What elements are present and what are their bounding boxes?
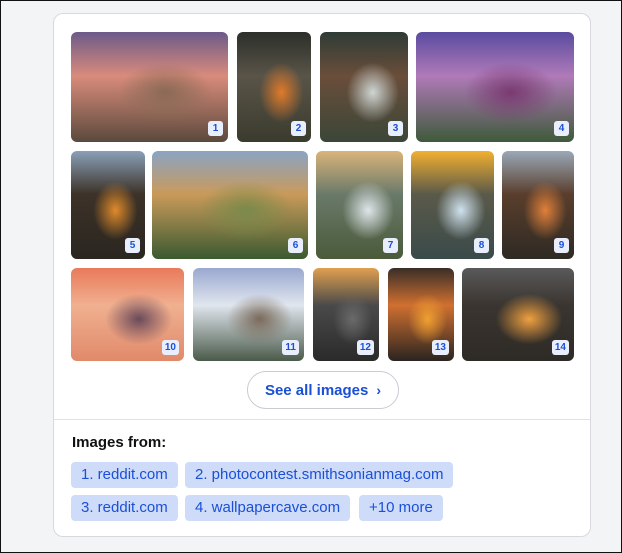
image-thumbnail-9[interactable]: 9 — [502, 151, 574, 259]
image-thumbnail-4[interactable]: 4 — [416, 32, 574, 142]
image-number-badge: 3 — [388, 121, 403, 136]
image-results-card: 1 2 3 4 5 6 7 8 9 10 11 12 13 14 See all… — [53, 13, 591, 537]
source-chip-1[interactable]: 1. reddit.com — [71, 462, 178, 488]
image-number-badge: 12 — [356, 340, 374, 355]
image-thumbnail-10[interactable]: 10 — [71, 268, 184, 361]
image-number-badge: 8 — [474, 238, 489, 253]
source-chip-4[interactable]: 4. wallpapercave.com — [185, 495, 351, 521]
section-divider — [54, 419, 590, 420]
image-thumbnail-6[interactable]: 6 — [152, 151, 308, 259]
images-from-heading: Images from: — [72, 434, 167, 451]
image-number-badge: 7 — [383, 238, 398, 253]
image-number-badge: 2 — [291, 121, 306, 136]
chevron-right-icon: › — [376, 382, 382, 398]
image-number-badge: 10 — [161, 340, 179, 355]
source-chip-2[interactable]: 2. photocontest.smithsonianmag.com — [185, 462, 454, 488]
image-number-badge: 4 — [554, 121, 569, 136]
image-thumbnail-14[interactable]: 14 — [462, 268, 574, 361]
screenshot-frame: 1 2 3 4 5 6 7 8 9 10 11 12 13 14 See all… — [0, 0, 622, 553]
image-number-badge: 5 — [125, 238, 140, 253]
image-thumbnail-8[interactable]: 8 — [411, 151, 494, 259]
see-all-images-label: See all images — [264, 381, 369, 399]
image-thumbnail-5[interactable]: 5 — [71, 151, 145, 259]
image-number-badge: 9 — [554, 238, 569, 253]
image-thumbnail-2[interactable]: 2 — [237, 32, 311, 142]
image-number-badge: 1 — [208, 121, 223, 136]
image-thumbnail-7[interactable]: 7 — [316, 151, 403, 259]
image-thumbnail-13[interactable]: 13 — [388, 268, 454, 361]
see-all-images-button[interactable]: See all images › — [247, 371, 399, 409]
image-thumbnail-11[interactable]: 11 — [193, 268, 304, 361]
image-number-badge: 13 — [431, 340, 449, 355]
source-chip-3[interactable]: 3. reddit.com — [71, 495, 178, 521]
image-thumbnail-1[interactable]: 1 — [71, 32, 228, 142]
image-number-badge: 11 — [282, 340, 299, 355]
image-thumbnail-12[interactable]: 12 — [313, 268, 379, 361]
image-number-badge: 14 — [551, 340, 569, 355]
image-number-badge: 6 — [288, 238, 303, 253]
image-thumbnail-3[interactable]: 3 — [320, 32, 408, 142]
more-sources-chip[interactable]: +10 more — [359, 495, 443, 521]
